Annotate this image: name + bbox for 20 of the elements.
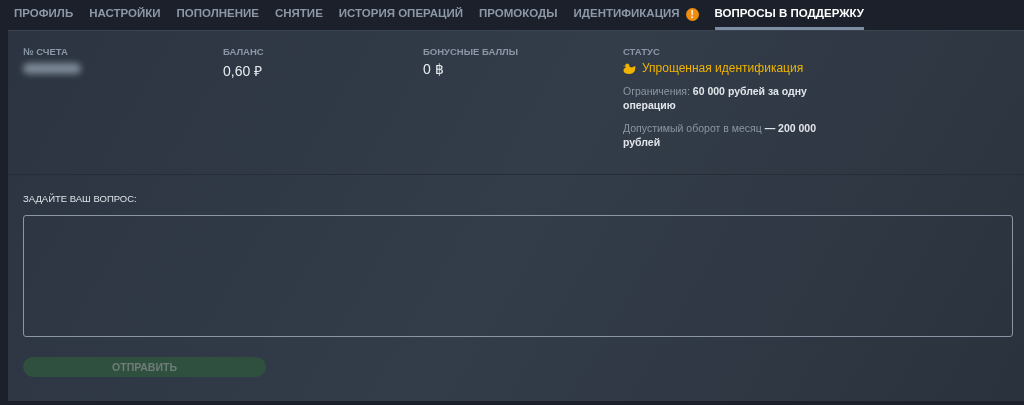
bonus-value: 0 ฿: [423, 61, 444, 77]
tab[interactable]: НАСТРОЙКИ: [89, 0, 161, 30]
balance-value: 0,60 ₽: [223, 62, 263, 80]
status-note: Ограничения: 60 000 рублей за одну операцию: [623, 84, 808, 112]
tab[interactable]: ПОПОЛНЕНИЕ: [176, 0, 259, 30]
duck-icon: [623, 62, 636, 74]
question-field[interactable]: [23, 215, 1013, 337]
tab[interactable]: ПРОМОКОДЫ: [478, 0, 558, 30]
field-label: БАЛАНС: [223, 46, 264, 57]
tab[interactable]: ИДЕНТИФИКАЦИЯ: [573, 0, 680, 30]
tab[interactable]: СНЯТИЕ: [274, 0, 323, 30]
field-label: ЗАДАЙТЕ ВАШ ВОПРОС:: [23, 193, 137, 204]
status-value: Упрощенная идентификация: [642, 61, 804, 75]
field-label: БОНУСНЫЕ БАЛЛЫ: [423, 46, 519, 57]
tab[interactable]: ИСТОРИЯ ОПЕРАЦИЙ: [338, 0, 463, 30]
field-label: СТАТУС: [623, 46, 660, 57]
tab[interactable]: ПРОФИЛЬ: [14, 0, 74, 30]
alert-badge: !: [685, 7, 699, 21]
status-note: Допустимый оборот в месяц — 200 000 рублей: [623, 121, 818, 149]
field-label: № СЧЕТА: [23, 46, 68, 57]
